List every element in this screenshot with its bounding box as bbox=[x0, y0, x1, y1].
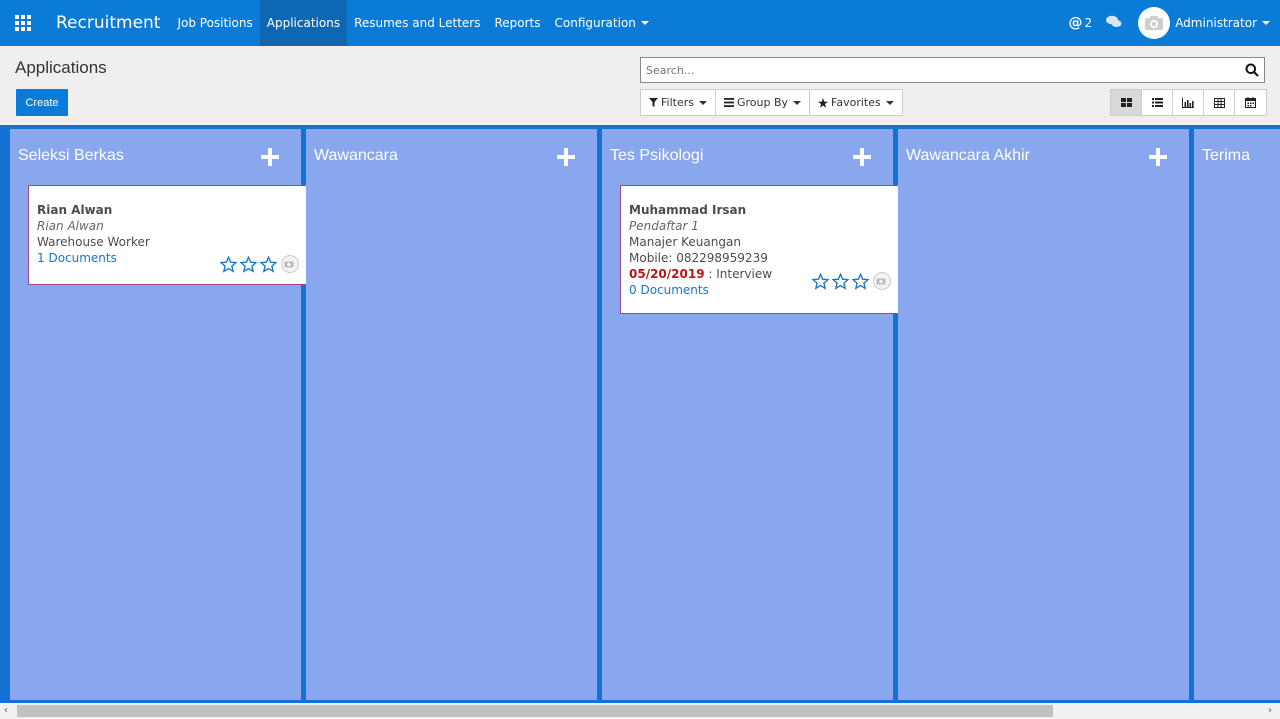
top-navbar: Recruitment Job Positions Applications R… bbox=[0, 0, 1280, 46]
user-name: Administrator bbox=[1175, 16, 1257, 30]
column-title[interactable]: Tes Psikologi bbox=[610, 147, 703, 165]
camera-icon bbox=[1145, 16, 1164, 30]
scroll-right-icon[interactable]: › bbox=[1268, 706, 1278, 716]
pivot-view-button[interactable] bbox=[1204, 90, 1235, 115]
kanban-card[interactable]: Rian Alwan Rian Alwan Warehouse Worker 1… bbox=[28, 185, 309, 285]
groupby-button[interactable]: Group By bbox=[716, 90, 811, 115]
user-menu[interactable]: Administrator bbox=[1175, 16, 1270, 30]
plus-icon[interactable] bbox=[853, 148, 871, 166]
star-outline-icon[interactable] bbox=[220, 255, 237, 273]
chevron-down-icon bbox=[698, 100, 707, 105]
mention-count: 2 bbox=[1084, 16, 1093, 30]
camera-icon bbox=[876, 278, 885, 285]
favorites-button[interactable]: Favorites bbox=[810, 90, 902, 115]
view-switcher bbox=[1110, 89, 1267, 116]
star-outline-icon[interactable] bbox=[832, 272, 849, 290]
menu-configuration-label: Configuration bbox=[554, 16, 636, 30]
priority-stars bbox=[220, 255, 299, 273]
plus-icon[interactable] bbox=[261, 148, 279, 166]
kanban-column: Terima bbox=[1194, 129, 1280, 700]
activity-label: : Interview bbox=[704, 267, 773, 281]
mobile-number: Mobile: 082298959239 bbox=[629, 251, 768, 265]
plus-icon[interactable] bbox=[1149, 148, 1167, 166]
filters-button[interactable]: Filters bbox=[641, 90, 716, 115]
page-title: Applications bbox=[15, 58, 107, 77]
kanban-card[interactable]: Muhammad Irsan Pendaftar 1 Manajer Keuan… bbox=[620, 185, 901, 314]
groupby-label: Group By bbox=[736, 96, 789, 109]
kanban-column: Tes Psikologi Muhammad Irsan Pendaftar 1… bbox=[602, 129, 901, 700]
filters-label: Filters bbox=[661, 96, 694, 109]
apps-grid-icon bbox=[15, 15, 31, 31]
kanban-column: Wawancara bbox=[306, 129, 597, 700]
chevron-down-icon bbox=[793, 100, 802, 105]
kanban-column: Seleksi Berkas Rian Alwan Rian Alwan War… bbox=[10, 129, 309, 700]
filter-icon bbox=[649, 98, 658, 107]
search-bar bbox=[640, 57, 1265, 83]
table-icon bbox=[1213, 97, 1225, 108]
column-title[interactable]: Wawancara bbox=[314, 147, 398, 165]
kanban-column: Wawancara Akhir bbox=[898, 129, 1189, 700]
menu-resumes-letters[interactable]: Resumes and Letters bbox=[347, 0, 487, 46]
job-position: Manajer Keuangan bbox=[629, 235, 741, 249]
graph-view-button[interactable] bbox=[1173, 90, 1204, 115]
menu-reports[interactable]: Reports bbox=[487, 0, 547, 46]
menu-job-positions[interactable]: Job Positions bbox=[170, 0, 259, 46]
activity-date: 05/20/2019 bbox=[629, 267, 705, 281]
favorites-label: Favorites bbox=[831, 96, 881, 109]
bar-chart-icon bbox=[1182, 97, 1194, 108]
scroll-left-icon[interactable]: ‹ bbox=[4, 706, 14, 716]
kanban-view-button[interactable] bbox=[1111, 90, 1142, 115]
column-title[interactable]: Terima bbox=[1202, 147, 1250, 165]
applicant-subtitle: Pendaftar 1 bbox=[629, 219, 699, 233]
star-outline-icon[interactable] bbox=[260, 255, 277, 273]
plus-icon[interactable] bbox=[557, 148, 575, 166]
assignee-avatar[interactable] bbox=[873, 272, 891, 290]
applicant-subtitle: Rian Alwan bbox=[37, 219, 104, 233]
menu-applications[interactable]: Applications bbox=[259, 0, 348, 46]
star-outline-icon[interactable] bbox=[812, 272, 829, 290]
search-options: Filters Group By Favorites bbox=[640, 89, 903, 116]
star-outline-icon[interactable] bbox=[240, 255, 257, 273]
user-avatar[interactable] bbox=[1138, 7, 1171, 39]
mentions-button[interactable]: @ 2 bbox=[1069, 15, 1093, 31]
chevron-down-icon bbox=[885, 100, 894, 105]
star-icon bbox=[818, 97, 829, 108]
column-title[interactable]: Wawancara Akhir bbox=[906, 147, 1030, 165]
column-title[interactable]: Seleksi Berkas bbox=[18, 147, 124, 165]
kanban-icon bbox=[1120, 98, 1132, 107]
calendar-icon bbox=[1245, 97, 1256, 108]
applicant-name: Rian Alwan bbox=[37, 203, 113, 217]
search-input[interactable] bbox=[641, 59, 1240, 81]
apps-menu-button[interactable] bbox=[0, 0, 46, 46]
horizontal-scrollbar[interactable]: ‹ › bbox=[0, 703, 1280, 719]
create-button[interactable]: Create bbox=[16, 89, 68, 116]
bars-icon bbox=[723, 98, 734, 107]
chevron-down-icon bbox=[640, 21, 649, 25]
search-icon[interactable] bbox=[1240, 63, 1264, 77]
scrollbar-thumb[interactable] bbox=[17, 705, 1053, 717]
chat-icon[interactable] bbox=[1106, 15, 1122, 32]
job-position: Warehouse Worker bbox=[37, 235, 150, 249]
priority-stars bbox=[812, 272, 891, 290]
list-icon bbox=[1151, 98, 1163, 107]
app-brand[interactable]: Recruitment bbox=[56, 13, 160, 33]
list-view-button[interactable] bbox=[1142, 90, 1173, 115]
menu-configuration[interactable]: Configuration bbox=[548, 0, 656, 46]
chevron-down-icon bbox=[1262, 21, 1270, 25]
calendar-view-button[interactable] bbox=[1235, 90, 1266, 115]
applicant-name: Muhammad Irsan bbox=[629, 203, 747, 217]
at-icon: @ bbox=[1068, 15, 1083, 31]
camera-icon bbox=[284, 261, 293, 268]
kanban-board: Seleksi Berkas Rian Alwan Rian Alwan War… bbox=[0, 125, 1280, 703]
assignee-avatar[interactable] bbox=[281, 255, 299, 273]
star-outline-icon[interactable] bbox=[852, 272, 869, 290]
